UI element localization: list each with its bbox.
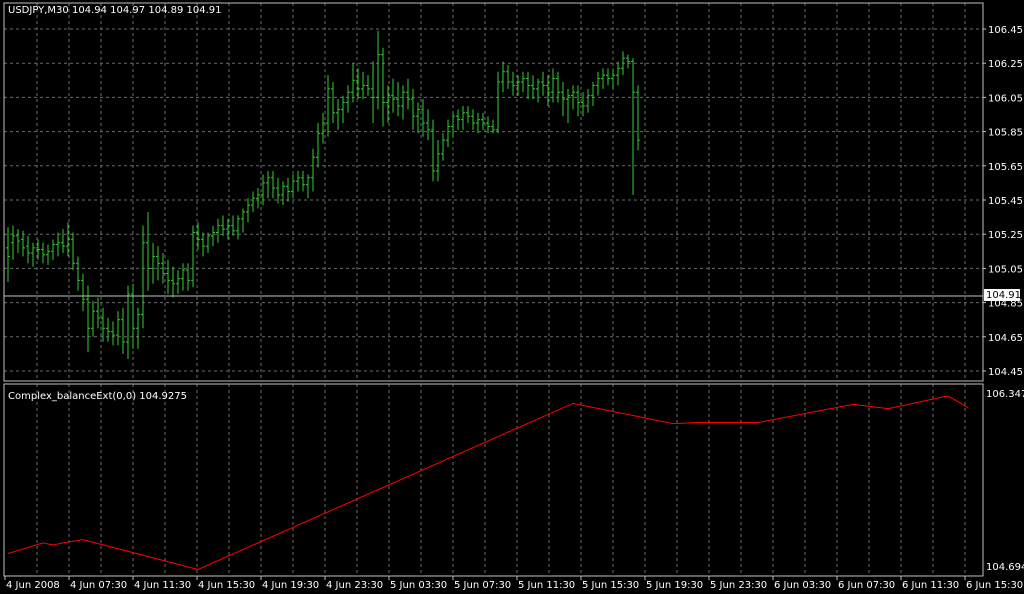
time-tick-label: 4 Jun 2008 (6, 580, 60, 591)
symbol-timeframe: USDJPY,M30 (8, 5, 69, 16)
time-tick-label: 4 Jun 19:30 (262, 580, 319, 591)
price-tick-label: 106.25 (988, 59, 1023, 70)
time-tick-label: 5 Jun 15:30 (582, 580, 639, 591)
time-tick-label: 4 Jun 11:30 (134, 580, 191, 591)
price-tick-label: 105.45 (988, 196, 1023, 207)
time-tick-label: 5 Jun 19:30 (646, 580, 703, 591)
time-tick-label: 5 Jun 07:30 (454, 580, 511, 591)
indicator-scale-bottom: 104.6949 (986, 562, 1024, 573)
price-tick-label: 104.45 (988, 367, 1023, 378)
price-tick-label: 105.85 (988, 128, 1023, 139)
time-tick-label: 5 Jun 03:30 (390, 580, 447, 591)
time-tick-label: 4 Jun 07:30 (70, 580, 127, 591)
time-tick-label: 4 Jun 23:30 (326, 580, 383, 591)
price-tick-label: 106.45 (988, 25, 1023, 36)
time-tick-label: 5 Jun 11:30 (518, 580, 575, 591)
price-tick-label: 105.25 (988, 230, 1023, 241)
ohlc-values: 104.94 104.97 104.89 104.91 (72, 5, 222, 16)
time-tick-label: 4 Jun 15:30 (198, 580, 255, 591)
current-price-label: 104.91 (986, 290, 1021, 301)
time-tick-label: 6 Jun 11:30 (902, 580, 959, 591)
time-tick-label: 5 Jun 23:30 (710, 580, 767, 591)
time-tick-label: 6 Jun 03:30 (774, 580, 831, 591)
price-tick-label: 106.05 (988, 93, 1023, 104)
price-tick-label: 105.05 (988, 264, 1023, 275)
time-tick-label: 6 Jun 07:30 (838, 580, 895, 591)
price-tick-label: 104.65 (988, 333, 1023, 344)
indicator-label: Complex_balanceExt(0,0) 104.9275 (8, 391, 187, 402)
indicator-scale-top: 106.3478 (986, 389, 1024, 400)
time-tick-label: 6 Jun 15:30 (966, 580, 1023, 591)
chart-background (0, 0, 1024, 594)
chart-window: 106.45 106.25 106.05 105.85 105.65 105.45 105.… (0, 0, 1024, 594)
price-tick-label: 105.65 (988, 162, 1023, 173)
